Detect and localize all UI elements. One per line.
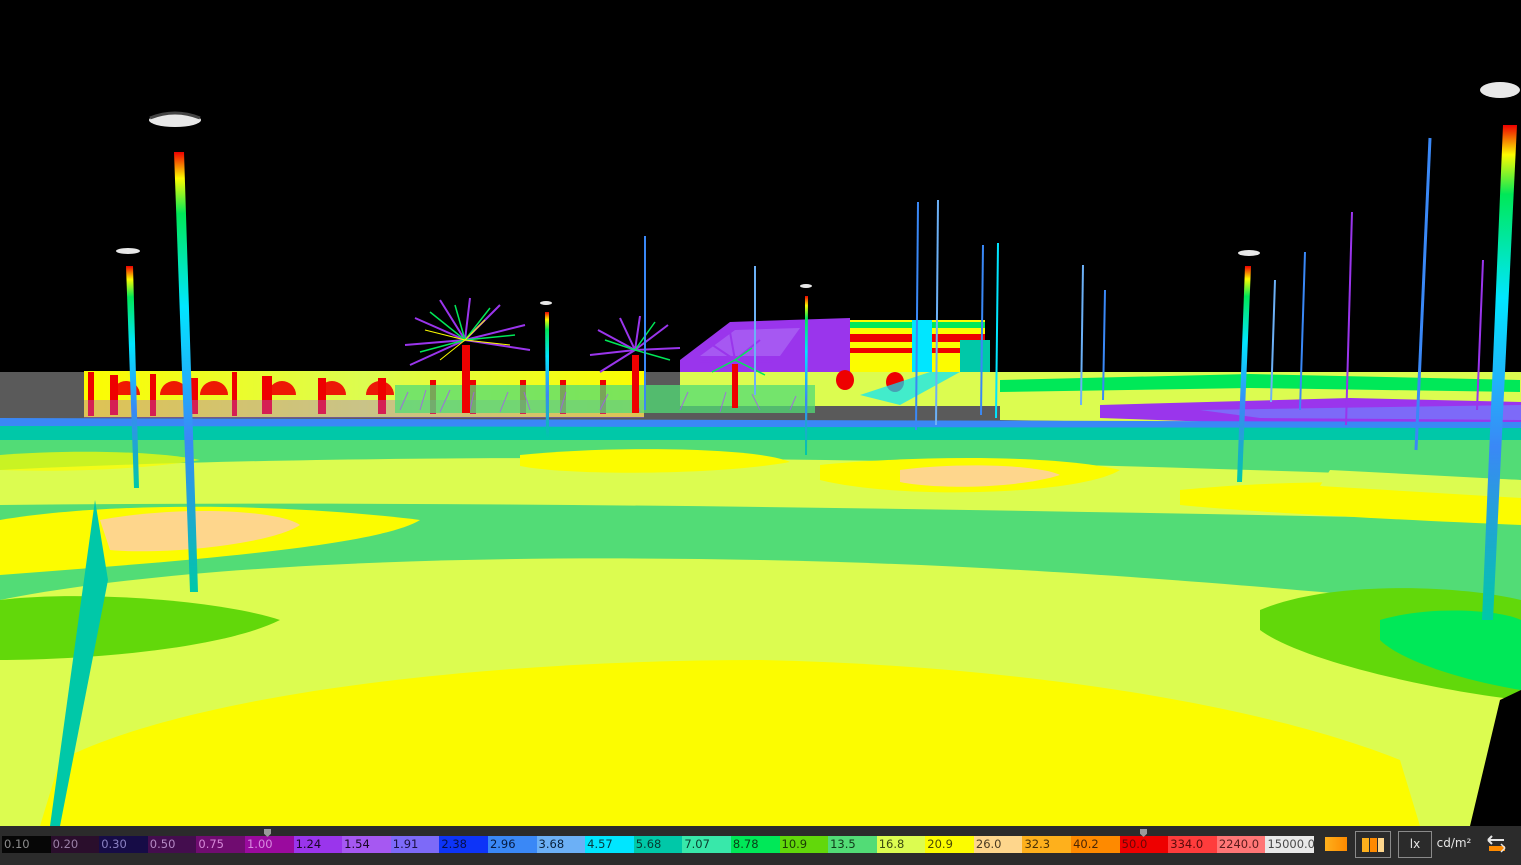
render-viewport[interactable]	[0, 0, 1521, 826]
legend-cell[interactable]: 2.38	[439, 836, 488, 853]
legend-cell[interactable]: 0.20	[50, 836, 100, 853]
legend-cell[interactable]: 20.9	[925, 836, 974, 853]
legend-cell[interactable]: 50.0	[1119, 836, 1169, 853]
falsecolor-scale[interactable]: 0.10 0.20 0.30 0.50 0.75 1.00 1.24 1.54 1.91 2.38…	[2, 836, 1315, 853]
legend-cell[interactable]: 1.91	[390, 836, 440, 853]
false-color-scene	[0, 0, 1521, 826]
gradient-mode-button[interactable]	[1322, 831, 1350, 858]
stepped-mode-button[interactable]	[1355, 831, 1391, 858]
legend-cell[interactable]: 40.2	[1071, 836, 1120, 853]
gradient-icon	[1324, 837, 1348, 855]
legend-cell[interactable]: 16.8	[876, 836, 926, 853]
legend-cell[interactable]: 0.30	[99, 836, 148, 853]
legend-cell[interactable]: 0.10	[2, 836, 51, 853]
unit-lux-button[interactable]: lx	[1398, 831, 1432, 858]
legend-cell[interactable]: 13.5	[828, 836, 877, 853]
legend-cell[interactable]: 5.68	[633, 836, 683, 853]
legend-cell[interactable]: 4.57	[585, 836, 634, 853]
legend-cell[interactable]: 1.54	[342, 836, 391, 853]
legend-cell[interactable]: 2.96	[487, 836, 537, 853]
legend-cell[interactable]: 8.78	[730, 836, 780, 853]
gradient-step-icon	[1361, 838, 1385, 856]
legend-cell[interactable]: 1.24	[293, 836, 343, 853]
legend-cell[interactable]: 2240.0	[1216, 836, 1266, 853]
legend-cell[interactable]: 0.50	[147, 836, 197, 853]
legend-cell[interactable]: 32.3	[1022, 836, 1072, 853]
legend-cell[interactable]: 15000.0	[1265, 836, 1315, 853]
legend-cell[interactable]: 0.75	[196, 836, 245, 853]
legend-cell[interactable]: 334.0	[1168, 836, 1217, 853]
legend-cell[interactable]: 10.9	[779, 836, 829, 853]
legend-cell[interactable]: 7.07	[682, 836, 731, 853]
legend-cell[interactable]: 1.00	[244, 836, 294, 853]
legend-cell[interactable]: 26.0	[973, 836, 1023, 853]
unit-luminance-button[interactable]: cd/m²	[1434, 831, 1474, 858]
legend-cell[interactable]: 3.68	[536, 836, 586, 853]
falsecolor-legend-toolbar: 0.10 0.20 0.30 0.50 0.75 1.00 1.24 1.54 1.91 2.38…	[0, 826, 1521, 865]
swap-view-button[interactable]	[1482, 831, 1512, 858]
swap-icon	[1485, 835, 1509, 857]
